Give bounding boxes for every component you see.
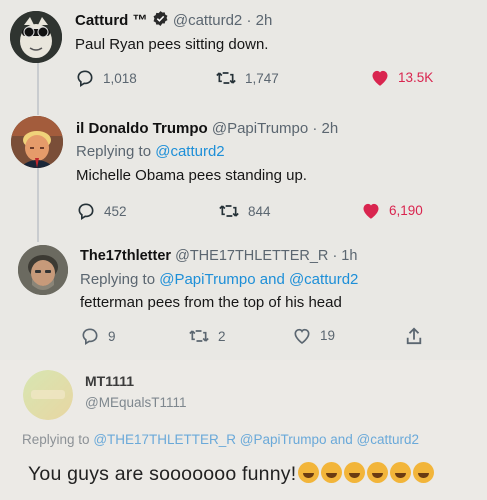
replying-to-label: Replying to <box>22 432 90 447</box>
tweet-text: Michelle Obama pees standing up. <box>76 167 307 184</box>
laughing-emoji-icon <box>344 462 366 483</box>
handle[interactable]: @MEqualsT1111 <box>85 395 187 410</box>
avatar[interactable] <box>11 116 63 168</box>
like-button[interactable]: 13.5K <box>370 68 433 87</box>
replying-to: Replying to @PapiTrumpo and @catturd2 <box>80 271 358 288</box>
reply-thread: Catturd ™ @catturd2 · 2h Paul Ryan pees … <box>0 0 487 500</box>
tweet-actions: 452 844 6,190 <box>76 201 476 225</box>
display-name[interactable]: MT1111 <box>85 373 134 389</box>
retweet-button[interactable]: 844 <box>218 201 271 221</box>
timestamp[interactable]: · 2h <box>246 12 272 29</box>
retweet-count: 2 <box>218 328 226 344</box>
retweet-icon <box>219 205 239 217</box>
retweet-count: 844 <box>248 203 271 219</box>
like-count: 13.5K <box>398 70 434 85</box>
handle[interactable]: @catturd2 <box>173 12 242 29</box>
avatar[interactable] <box>10 11 62 63</box>
reply-count: 452 <box>104 203 127 219</box>
tweet-papitrumpo[interactable]: il Donaldo Trumpo @PapiTrumpo · 2h Reply… <box>0 108 487 232</box>
verified-badge-icon <box>152 10 169 31</box>
tweet-catturd[interactable]: Catturd ™ @catturd2 · 2h Paul Ryan pees … <box>0 0 487 105</box>
heart-icon <box>294 328 310 345</box>
like-button[interactable]: 6,190 <box>361 201 423 220</box>
display-name[interactable]: The17thletter <box>80 248 171 264</box>
reply-text: You guys are sooooooo funny! <box>28 462 435 486</box>
tweet-actions: 9 2 19 <box>80 326 480 350</box>
reply-text-content: You guys are sooooooo funny! <box>28 463 297 485</box>
reply-button[interactable]: 1,018 <box>75 68 137 88</box>
reply-count: 9 <box>108 328 116 344</box>
reply-icon <box>77 70 93 88</box>
tweet-header: MT1111 <box>85 373 134 389</box>
tweet-header: il Donaldo Trumpo @PapiTrumpo · 2h <box>76 120 338 137</box>
tweet-actions: 1,018 1,747 13.5K <box>75 68 475 92</box>
retweet-count: 1,747 <box>245 70 279 86</box>
like-count: 19 <box>320 328 336 343</box>
laughing-emoji-icon <box>367 462 389 483</box>
tweet-text: fetterman pees from the top of his head <box>80 294 342 311</box>
like-count: 6,190 <box>389 203 423 218</box>
share-icon <box>406 327 422 345</box>
laughing-emoji-icon <box>413 462 435 483</box>
reply-icon <box>78 203 94 221</box>
retweet-icon <box>216 72 236 84</box>
reply-count: 1,018 <box>103 70 137 86</box>
reply-button[interactable]: 9 <box>80 326 116 346</box>
tweet-header: Catturd ™ @catturd2 · 2h <box>75 10 272 31</box>
laughing-emoji-icon <box>321 462 343 483</box>
replying-to-link[interactable]: @THE17THLETTER_R @PapiTrumpo and @cattur… <box>93 432 419 447</box>
replying-to-label: Replying to <box>80 271 156 288</box>
avatar[interactable] <box>23 370 73 420</box>
reply-icon <box>82 328 98 346</box>
tweet-the17thletter[interactable]: The17thletter @THE17THLETTER_R · 1h Repl… <box>0 238 487 354</box>
handle[interactable]: @THE17THLETTER_R <box>175 248 328 264</box>
laughing-emoji-icon <box>298 462 320 483</box>
replying-to: Replying to @THE17THLETTER_R @PapiTrumpo… <box>22 432 419 447</box>
timestamp[interactable]: · 2h <box>312 120 338 137</box>
laughing-emoji-icon <box>390 462 412 483</box>
handle[interactable]: @PapiTrumpo <box>212 120 308 137</box>
retweet-icon <box>189 330 209 342</box>
replying-to: Replying to @catturd2 <box>76 143 225 160</box>
handle-row: @MEqualsT1111 <box>85 395 187 410</box>
heart-icon <box>363 203 379 219</box>
retweet-button[interactable]: 1,747 <box>215 68 279 88</box>
display-name[interactable]: il Donaldo Trumpo <box>76 120 208 137</box>
replying-to-link[interactable]: @PapiTrumpo and @catturd2 <box>159 271 358 288</box>
tweet-header: The17thletter @THE17THLETTER_R · 1h <box>80 248 357 264</box>
reply-button[interactable]: 452 <box>76 201 127 221</box>
retweet-button[interactable]: 2 <box>188 326 226 346</box>
display-name[interactable]: Catturd ™ <box>75 12 148 29</box>
timestamp[interactable]: · 1h <box>332 248 357 264</box>
replying-to-link[interactable]: @catturd2 <box>155 143 224 160</box>
like-button[interactable]: 19 <box>292 326 335 345</box>
tweet-text: Paul Ryan pees sitting down. <box>75 36 269 53</box>
heart-icon <box>372 70 388 86</box>
avatar[interactable] <box>18 245 68 295</box>
replying-to-label: Replying to <box>76 143 152 160</box>
share-button[interactable] <box>405 326 423 346</box>
